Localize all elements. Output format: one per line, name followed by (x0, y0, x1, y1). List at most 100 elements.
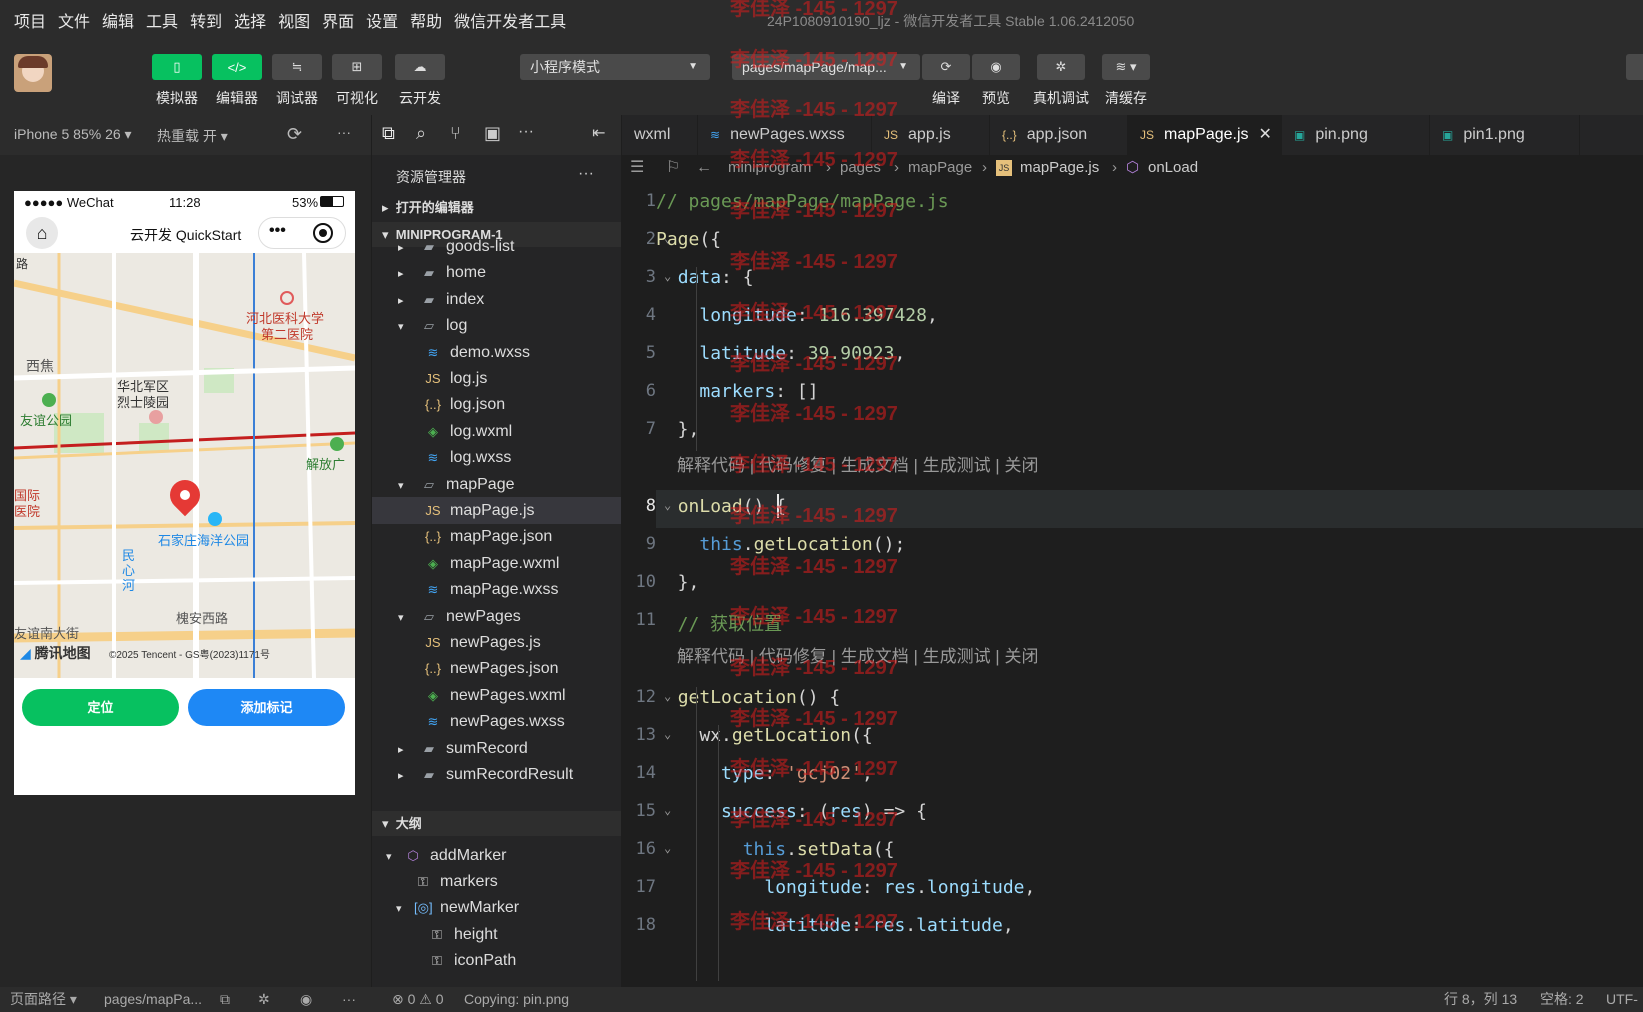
mode-select[interactable]: 小程序模式 ▼ (520, 54, 710, 80)
menu-item[interactable]: 设置 (360, 8, 404, 32)
tree-folder[interactable]: ▸ ▰ sumRecordResult (372, 761, 621, 788)
home-icon[interactable]: ⌂ (26, 217, 58, 249)
tree-folder[interactable]: ▾ ▱ log (372, 312, 621, 339)
clear-cache-button[interactable]: ≋ ▾ (1102, 54, 1150, 80)
close-capsule-icon[interactable] (313, 223, 333, 243)
open-editors-section[interactable]: ▸ 打开的编辑器 (372, 195, 621, 220)
more-icon[interactable]: ··· (342, 987, 356, 1012)
outline-item[interactable]: ⚿ iconPath (372, 947, 621, 974)
close-icon[interactable]: ✕ (1259, 126, 1272, 143)
map-view[interactable]: 路 河北医科大学 第二医院 西焦 华北军区 烈士陵园 友谊公园 解放广 国际 医… (14, 253, 355, 678)
menu-item[interactable]: 编辑 (96, 8, 140, 32)
code-editor[interactable]: 1// pages/mapPage/mapPage.js 2 ⌄ Page({3 ⌄ d… (622, 181, 1643, 987)
outline-item[interactable]: ▾ ⬡ addMarker (372, 842, 621, 869)
tab-newpages-wxss[interactable]: ≋ newPages.wxss (698, 115, 872, 155)
menu-item[interactable]: 视图 (272, 8, 316, 32)
tree-file[interactable]: {..} log.json (372, 391, 621, 418)
menu-item[interactable]: 选择 (228, 8, 272, 32)
device-select[interactable]: iPhone 5 85% 26 ▾ (14, 126, 132, 143)
menu-item[interactable]: 微信开发者工具 (448, 8, 572, 32)
breadcrumb-item[interactable]: mapPage (908, 155, 972, 181)
collapse-panel-icon[interactable]: ⇤ (592, 123, 605, 143)
tree-folder[interactable]: ▸ ▰ index (372, 286, 621, 313)
tab-app-json[interactable]: {..} app.json (990, 115, 1128, 155)
debugger-button[interactable]: ≒ (272, 54, 322, 80)
visual-button[interactable]: ⊞ (332, 54, 382, 80)
breadcrumb-item[interactable]: miniprogram (728, 155, 811, 181)
tree-folder[interactable]: ▸ ▰ goods-list (372, 233, 621, 260)
explorer-more-icon[interactable]: ··· (578, 165, 594, 183)
locate-button[interactable]: 定位 (22, 689, 179, 726)
tree-folder[interactable]: ▸ ▰ home (372, 259, 621, 286)
back-arrow-icon[interactable]: ← (696, 155, 712, 181)
tree-file[interactable]: ◈ log.wxml (372, 418, 621, 445)
overflow-button[interactable] (1626, 54, 1643, 80)
source-control-icon[interactable]: ⑂ (450, 123, 461, 144)
tree-file[interactable]: ◈ mapPage.wxml (372, 550, 621, 577)
menu-item[interactable]: 项目 (8, 8, 52, 32)
menu-item[interactable]: 界面 (316, 8, 360, 32)
compile-button[interactable]: ⟳ (922, 54, 970, 80)
breadcrumb-item[interactable]: pages (840, 155, 881, 181)
simulator-button[interactable]: ▯ (152, 54, 202, 80)
tree-file[interactable]: ≋ log.wxss (372, 444, 621, 471)
menu-item[interactable]: 转到 (184, 8, 228, 32)
page-path-select[interactable]: pages/mapPage/map... ▼ (732, 54, 920, 80)
eye-icon[interactable]: ◉ (300, 987, 312, 1012)
bug-icon[interactable]: ✲ (258, 987, 270, 1012)
more-dots-icon[interactable]: ••• (269, 222, 286, 240)
codelens-actions[interactable]: 解释代码 | 代码修复 | 生成文档 | 生成测试 | 关闭 (677, 451, 1038, 476)
tree-file[interactable]: {..} mapPage.json (372, 523, 621, 550)
tree-file[interactable]: JS mapPage.js (372, 497, 621, 524)
cloud-button[interactable]: ☁ (395, 54, 445, 80)
tree-file[interactable]: ≋ newPages.wxss (372, 708, 621, 735)
editor-button[interactable]: </> (212, 54, 262, 80)
hot-reload-select[interactable]: 热重载 开 ▾ (157, 126, 228, 146)
cursor-position[interactable]: 行 8，列 13 (1444, 987, 1517, 1012)
preview-button[interactable]: ◉ (972, 54, 1020, 80)
outline-item[interactable]: ⚿ height (372, 921, 621, 948)
route-select[interactable]: 页面路径 ▾ (10, 987, 77, 1012)
tab-mappage-js[interactable]: JS mapPage.js ✕ (1128, 115, 1282, 155)
tree-folder[interactable]: ▸ ▰ sumRecord (372, 735, 621, 762)
menu-item[interactable]: 帮助 (404, 8, 448, 32)
code-line: data: { (677, 267, 754, 288)
files-icon[interactable]: ⧉ (382, 123, 395, 144)
problems-count[interactable]: ⊗ 0 ⚠ 0 (392, 987, 444, 1012)
search-icon[interactable]: ⌕ (416, 123, 426, 144)
tree-file[interactable]: ≋ demo.wxss (372, 339, 621, 366)
tree-folder[interactable]: ▾ ▱ mapPage (372, 471, 621, 498)
more-icon[interactable]: ··· (337, 124, 351, 140)
avatar[interactable] (14, 54, 52, 92)
outline-section[interactable]: ▾ 大纲 (372, 811, 621, 836)
rotate-icon[interactable]: ⟳ (287, 124, 302, 145)
real-debug-button[interactable]: ✲ (1037, 54, 1085, 80)
outline-item[interactable]: ▾ [◎] newMarker (372, 894, 621, 921)
outline-item[interactable]: ⚿ markers (372, 868, 621, 895)
tab-pin1-png[interactable]: ▣ pin1.png (1430, 115, 1580, 155)
tree-file[interactable]: JS log.js (372, 365, 621, 392)
encoding[interactable]: UTF-8 (1606, 987, 1643, 1012)
breadcrumb-item[interactable]: mapPage.js (1020, 155, 1099, 181)
tab-pin-png[interactable]: ▣ pin.png (1282, 115, 1430, 155)
tree-file[interactable]: ◈ newPages.wxml (372, 682, 621, 709)
tree-folder[interactable]: ▾ ▱ newPages (372, 603, 621, 630)
tab-wxml[interactable]: wxml (622, 115, 698, 155)
code-line: getLocation() { (677, 687, 841, 708)
outline-label: newMarker (440, 899, 520, 917)
codelens-actions[interactable]: 解释代码 | 代码修复 | 生成文档 | 生成测试 | 关闭 (677, 642, 1038, 667)
more-icon[interactable]: ··· (518, 123, 534, 141)
breadcrumb-item[interactable]: onLoad (1148, 155, 1198, 181)
bookmark-icon[interactable]: ⚐ (666, 155, 680, 181)
tree-file[interactable]: {..} newPages.json (372, 655, 621, 682)
tab-app-js[interactable]: JS app.js (872, 115, 990, 155)
add-marker-button[interactable]: 添加标记 (188, 689, 345, 726)
menu-item[interactable]: 工具 (140, 8, 184, 32)
tree-file[interactable]: ≋ mapPage.wxss (372, 576, 621, 603)
menu-item[interactable]: 文件 (52, 8, 96, 32)
indent-setting[interactable]: 空格: 2 (1540, 987, 1584, 1012)
copy-icon[interactable]: ⧉ (220, 987, 230, 1012)
list-icon[interactable]: ☰ (630, 155, 644, 181)
tree-file[interactable]: JS newPages.js (372, 629, 621, 656)
extensions-icon[interactable]: ▣ (484, 123, 501, 144)
